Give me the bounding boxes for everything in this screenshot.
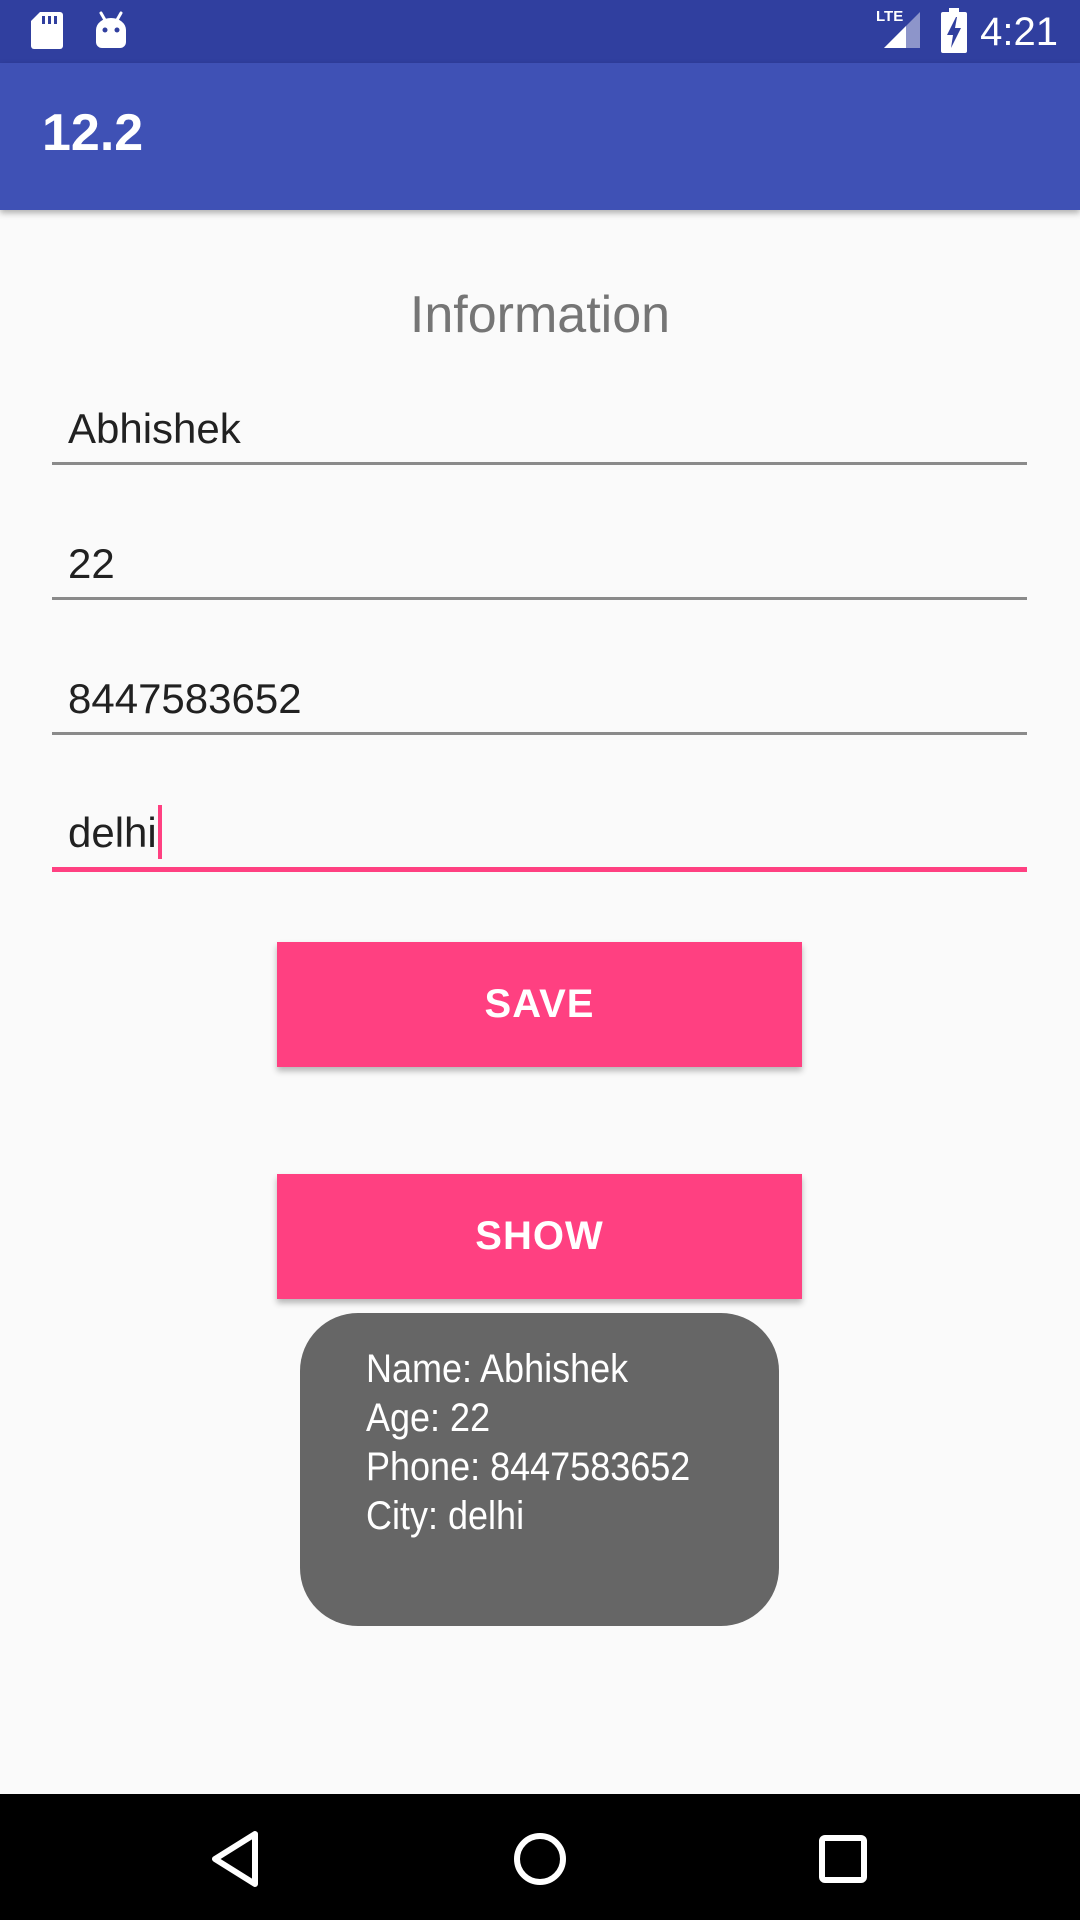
toast-line-phone: Phone: 8447583652 bbox=[366, 1445, 691, 1489]
toast-text: Name: Abhishek Age: 22 Phone: 8447583652… bbox=[366, 1345, 690, 1541]
toast-line-age: Age: 22 bbox=[366, 1396, 491, 1440]
toast-line-name: Name: Abhishek bbox=[366, 1347, 629, 1391]
phone-field[interactable]: 8447583652 bbox=[52, 662, 1027, 735]
city-field-content: delhi bbox=[68, 805, 162, 859]
network-type-label: LTE bbox=[876, 8, 904, 25]
city-field-value: delhi bbox=[68, 809, 157, 856]
status-time: 4:21 bbox=[980, 10, 1058, 54]
app-bar: 12.2 bbox=[0, 63, 1080, 210]
home-icon[interactable] bbox=[505, 1824, 575, 1894]
city-field[interactable]: delhi bbox=[52, 797, 1027, 872]
show-button[interactable]: SHOW bbox=[277, 1174, 802, 1299]
save-button[interactable]: SAVE bbox=[277, 942, 802, 1067]
back-icon[interactable] bbox=[201, 1824, 271, 1894]
recents-icon[interactable] bbox=[808, 1824, 878, 1894]
android-debug-icon bbox=[96, 11, 126, 48]
name-field[interactable]: Abhishek bbox=[52, 392, 1027, 465]
age-field-value: 22 bbox=[68, 540, 115, 587]
age-field[interactable]: 22 bbox=[52, 527, 1027, 600]
name-field-value: Abhishek bbox=[68, 405, 241, 452]
toast-line-city: City: delhi bbox=[366, 1494, 525, 1538]
toast-message: Name: Abhishek Age: 22 Phone: 8447583652… bbox=[300, 1313, 779, 1626]
app-title: 12.2 bbox=[42, 104, 144, 162]
text-cursor bbox=[157, 805, 162, 859]
phone-field-value: 8447583652 bbox=[68, 675, 302, 722]
lte-signal-icon: LTE bbox=[876, 8, 922, 50]
navigation-bar bbox=[0, 1794, 1080, 1920]
status-bar: LTE 4:21 bbox=[0, 0, 1080, 63]
information-heading: Information bbox=[409, 286, 671, 344]
sd-card-icon bbox=[31, 12, 63, 49]
battery-charging-icon bbox=[941, 8, 967, 53]
